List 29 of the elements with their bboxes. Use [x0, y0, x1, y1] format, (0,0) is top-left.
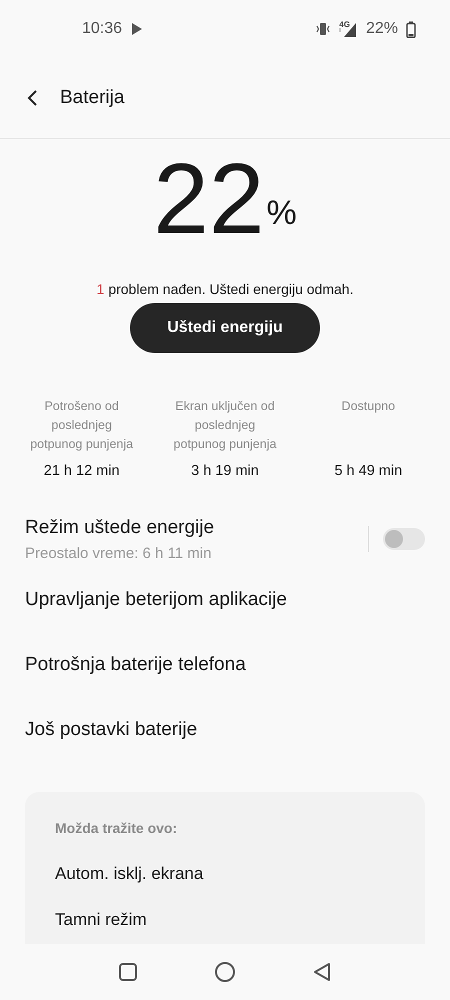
stat-value: 5 h 49 min [334, 463, 402, 479]
battery-percent: 22% [366, 20, 398, 38]
suggestions-heading: Možda tražite ovo: [55, 820, 178, 836]
page-title: Baterija [60, 87, 124, 109]
stat-value: 3 h 19 min [191, 463, 259, 479]
status-time: 10:36 [82, 20, 122, 38]
back-icon[interactable] [312, 962, 332, 982]
suggestion-item[interactable]: Tamni režim [55, 910, 395, 930]
toggle-switch[interactable] [383, 528, 425, 550]
setting-subtitle: Preostalo vreme: 6 h 11 min [25, 544, 212, 562]
recents-icon[interactable] [118, 962, 138, 982]
menu-item[interactable]: Još postavki baterije [25, 718, 198, 740]
stat-label: Potrošeno od poslednjeg potpunog punjenja [29, 398, 134, 453]
battery-icon [406, 20, 416, 38]
stat-label: Dostupno [340, 398, 396, 415]
vibrate-icon [315, 21, 332, 37]
battery-level-text: 22 [153, 149, 264, 249]
setting-title: Režim uštede energije [25, 516, 216, 538]
problem-message: problem nađen. Uštedi energiju odmah. [108, 281, 354, 297]
stat-value: 21 h 12 min [44, 463, 120, 479]
stat-label: Ekran uključen od poslednjeg potpunog punjenja [172, 398, 278, 453]
network-type: 4G [339, 20, 350, 28]
percent-sign: % [266, 194, 297, 233]
home-icon[interactable] [214, 961, 236, 983]
save-energy-button[interactable]: Uštedi energiju [130, 303, 320, 353]
problem-count: 1 [96, 281, 104, 297]
menu-item[interactable]: Potrošnja baterije telefona [25, 654, 246, 676]
suggestion-item[interactable]: Autom. isklj. ekrana [55, 864, 395, 884]
menu-item[interactable]: Upravljanje beterijom aplikacije [25, 588, 287, 610]
